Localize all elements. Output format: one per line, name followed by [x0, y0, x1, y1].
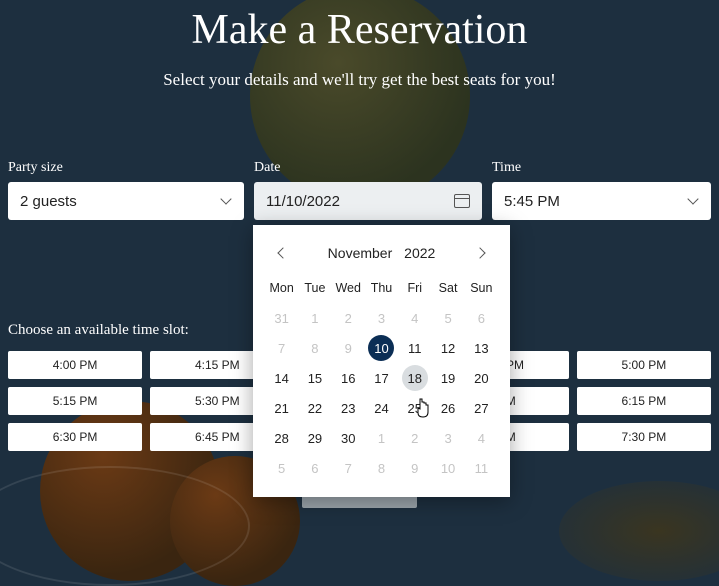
calendar-day[interactable]: 5 — [265, 453, 298, 483]
time-slot[interactable]: 6:30 PM — [8, 423, 142, 451]
date-label: Date — [254, 160, 482, 176]
calendar-day[interactable]: 8 — [298, 333, 331, 363]
date-select[interactable]: 11/10/2022 — [254, 182, 482, 220]
calendar-year[interactable]: 2022 — [404, 245, 435, 261]
calendar-day[interactable]: 28 — [265, 423, 298, 453]
calendar-weekday: Sun — [465, 273, 498, 303]
time-slot[interactable]: 5:00 PM — [577, 351, 711, 379]
page-subtitle: Select your details and we'll try get th… — [8, 70, 711, 90]
calendar-day[interactable]: 12 — [431, 333, 464, 363]
calendar-day[interactable]: 25 — [398, 393, 431, 423]
calendar-day[interactable]: 11 — [398, 333, 431, 363]
calendar-day[interactable]: 10 — [365, 333, 398, 363]
calendar-day[interactable]: 31 — [265, 303, 298, 333]
calendar-weekday: Fri — [398, 273, 431, 303]
calendar-day[interactable]: 3 — [365, 303, 398, 333]
time-label: Time — [492, 160, 711, 176]
party-size-select[interactable]: 2 guests — [8, 182, 244, 220]
calendar-day[interactable]: 9 — [398, 453, 431, 483]
calendar-day[interactable]: 2 — [332, 303, 365, 333]
calendar-day[interactable]: 27 — [465, 393, 498, 423]
calendar-day[interactable]: 15 — [298, 363, 331, 393]
calendar-day[interactable]: 11 — [465, 453, 498, 483]
calendar-grid: MonTueWedThuFriSatSun3112345678910111213… — [265, 273, 498, 483]
calendar-day[interactable]: 10 — [431, 453, 464, 483]
calendar-day[interactable]: 6 — [298, 453, 331, 483]
calendar-weekday: Wed — [332, 273, 365, 303]
calendar-month[interactable]: November — [328, 245, 393, 261]
calendar-title: November 2022 — [324, 245, 440, 261]
calendar-weekday: Thu — [365, 273, 398, 303]
calendar-day[interactable]: 1 — [365, 423, 398, 453]
calendar-day[interactable]: 29 — [298, 423, 331, 453]
calendar-day[interactable]: 24 — [365, 393, 398, 423]
calendar-day[interactable]: 22 — [298, 393, 331, 423]
chevron-down-icon — [220, 195, 232, 207]
calendar-day[interactable]: 4 — [465, 423, 498, 453]
time-slot[interactable]: 4:00 PM — [8, 351, 142, 379]
party-size-label: Party size — [8, 160, 244, 176]
calendar-day[interactable]: 17 — [365, 363, 398, 393]
next-month-button[interactable] — [470, 243, 490, 263]
chevron-right-icon — [474, 247, 485, 258]
calendar-day[interactable]: 26 — [431, 393, 464, 423]
calendar-day[interactable]: 8 — [365, 453, 398, 483]
calendar-day[interactable]: 30 — [332, 423, 365, 453]
calendar-day[interactable]: 5 — [431, 303, 464, 333]
calendar-day[interactable]: 9 — [332, 333, 365, 363]
prev-month-button[interactable] — [273, 243, 293, 263]
calendar-day[interactable]: 18 — [398, 363, 431, 393]
chevron-left-icon — [277, 247, 288, 258]
calendar-weekday: Tue — [298, 273, 331, 303]
calendar-day[interactable]: 2 — [398, 423, 431, 453]
calendar-day[interactable]: 13 — [465, 333, 498, 363]
page-title: Make a Reservation — [8, 6, 711, 54]
calendar-day[interactable]: 20 — [465, 363, 498, 393]
reservation-form: Party size 2 guests Date 11/10/2022 Time… — [8, 160, 711, 220]
calendar-weekday: Sat — [431, 273, 464, 303]
party-size-value: 2 guests — [20, 193, 77, 210]
calendar-day[interactable]: 1 — [298, 303, 331, 333]
calendar-day[interactable]: 21 — [265, 393, 298, 423]
calendar-day[interactable]: 16 — [332, 363, 365, 393]
time-slot[interactable]: 6:15 PM — [577, 387, 711, 415]
time-slot[interactable]: 7:30 PM — [577, 423, 711, 451]
calendar-day[interactable]: 7 — [265, 333, 298, 363]
calendar-day[interactable]: 4 — [398, 303, 431, 333]
calendar-day[interactable]: 7 — [332, 453, 365, 483]
chevron-down-icon — [687, 195, 699, 207]
date-value: 11/10/2022 — [266, 193, 340, 210]
time-slot[interactable]: 5:15 PM — [8, 387, 142, 415]
time-select[interactable]: 5:45 PM — [492, 182, 711, 220]
calendar-icon — [454, 194, 470, 208]
calendar-weekday: Mon — [265, 273, 298, 303]
calendar-day[interactable]: 3 — [431, 423, 464, 453]
calendar-day[interactable]: 14 — [265, 363, 298, 393]
calendar-day[interactable]: 6 — [465, 303, 498, 333]
date-picker-popup: November 2022 MonTueWedThuFriSatSun31123… — [253, 225, 510, 497]
calendar-day[interactable]: 23 — [332, 393, 365, 423]
time-value: 5:45 PM — [504, 193, 560, 210]
calendar-day[interactable]: 19 — [431, 363, 464, 393]
